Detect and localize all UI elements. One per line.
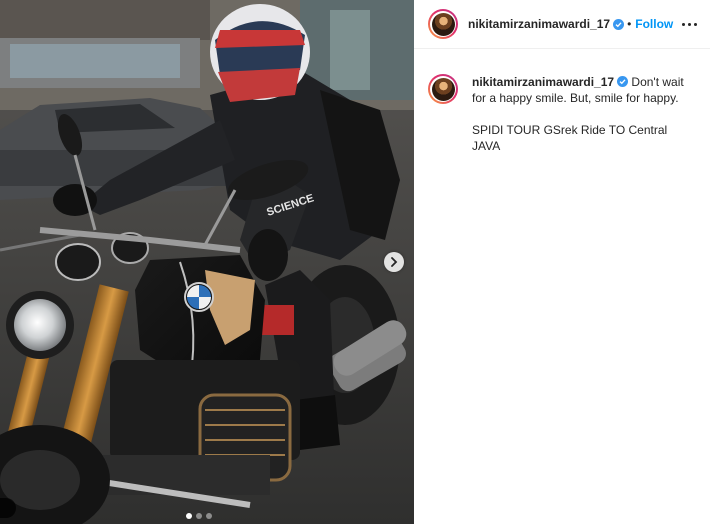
next-slide-button[interactable]	[384, 252, 404, 272]
motorcycle-rider-image: SCIENCE	[0, 0, 414, 524]
caption-username[interactable]: nikitamirzanimawardi_17	[472, 75, 614, 89]
carousel-indicator	[186, 513, 212, 519]
header-separator: •	[627, 17, 632, 31]
header-username[interactable]: nikitamirzanimawardi_17	[468, 17, 610, 31]
more-options-icon[interactable]	[680, 15, 698, 33]
carousel-dot-2	[196, 513, 202, 519]
post-caption: nikitamirzanimawardi_17 Don't wait for a…	[428, 74, 698, 154]
profile-picture	[431, 12, 455, 36]
carousel-dot-3	[206, 513, 212, 519]
chevron-right-icon	[391, 257, 398, 267]
follow-button[interactable]: Follow	[635, 17, 673, 31]
caption-profile-picture	[431, 77, 455, 101]
post-photo[interactable]: SCIENCE	[0, 0, 414, 524]
header-avatar[interactable]	[428, 9, 458, 39]
post-header: nikitamirzanimawardi_17 • Follow	[414, 0, 710, 49]
caption-body: nikitamirzanimawardi_17 Don't wait for a…	[472, 74, 698, 154]
verified-badge-icon	[617, 76, 629, 87]
caption-avatar[interactable]	[428, 74, 458, 104]
verified-badge-icon	[613, 18, 625, 30]
caption-text-line2: SPIDI TOUR GSrek Ride TO Central JAVA	[472, 123, 671, 153]
carousel-dot-1	[186, 513, 192, 519]
post-side-panel: nikitamirzanimawardi_17 • Follow nikitam…	[414, 0, 710, 524]
